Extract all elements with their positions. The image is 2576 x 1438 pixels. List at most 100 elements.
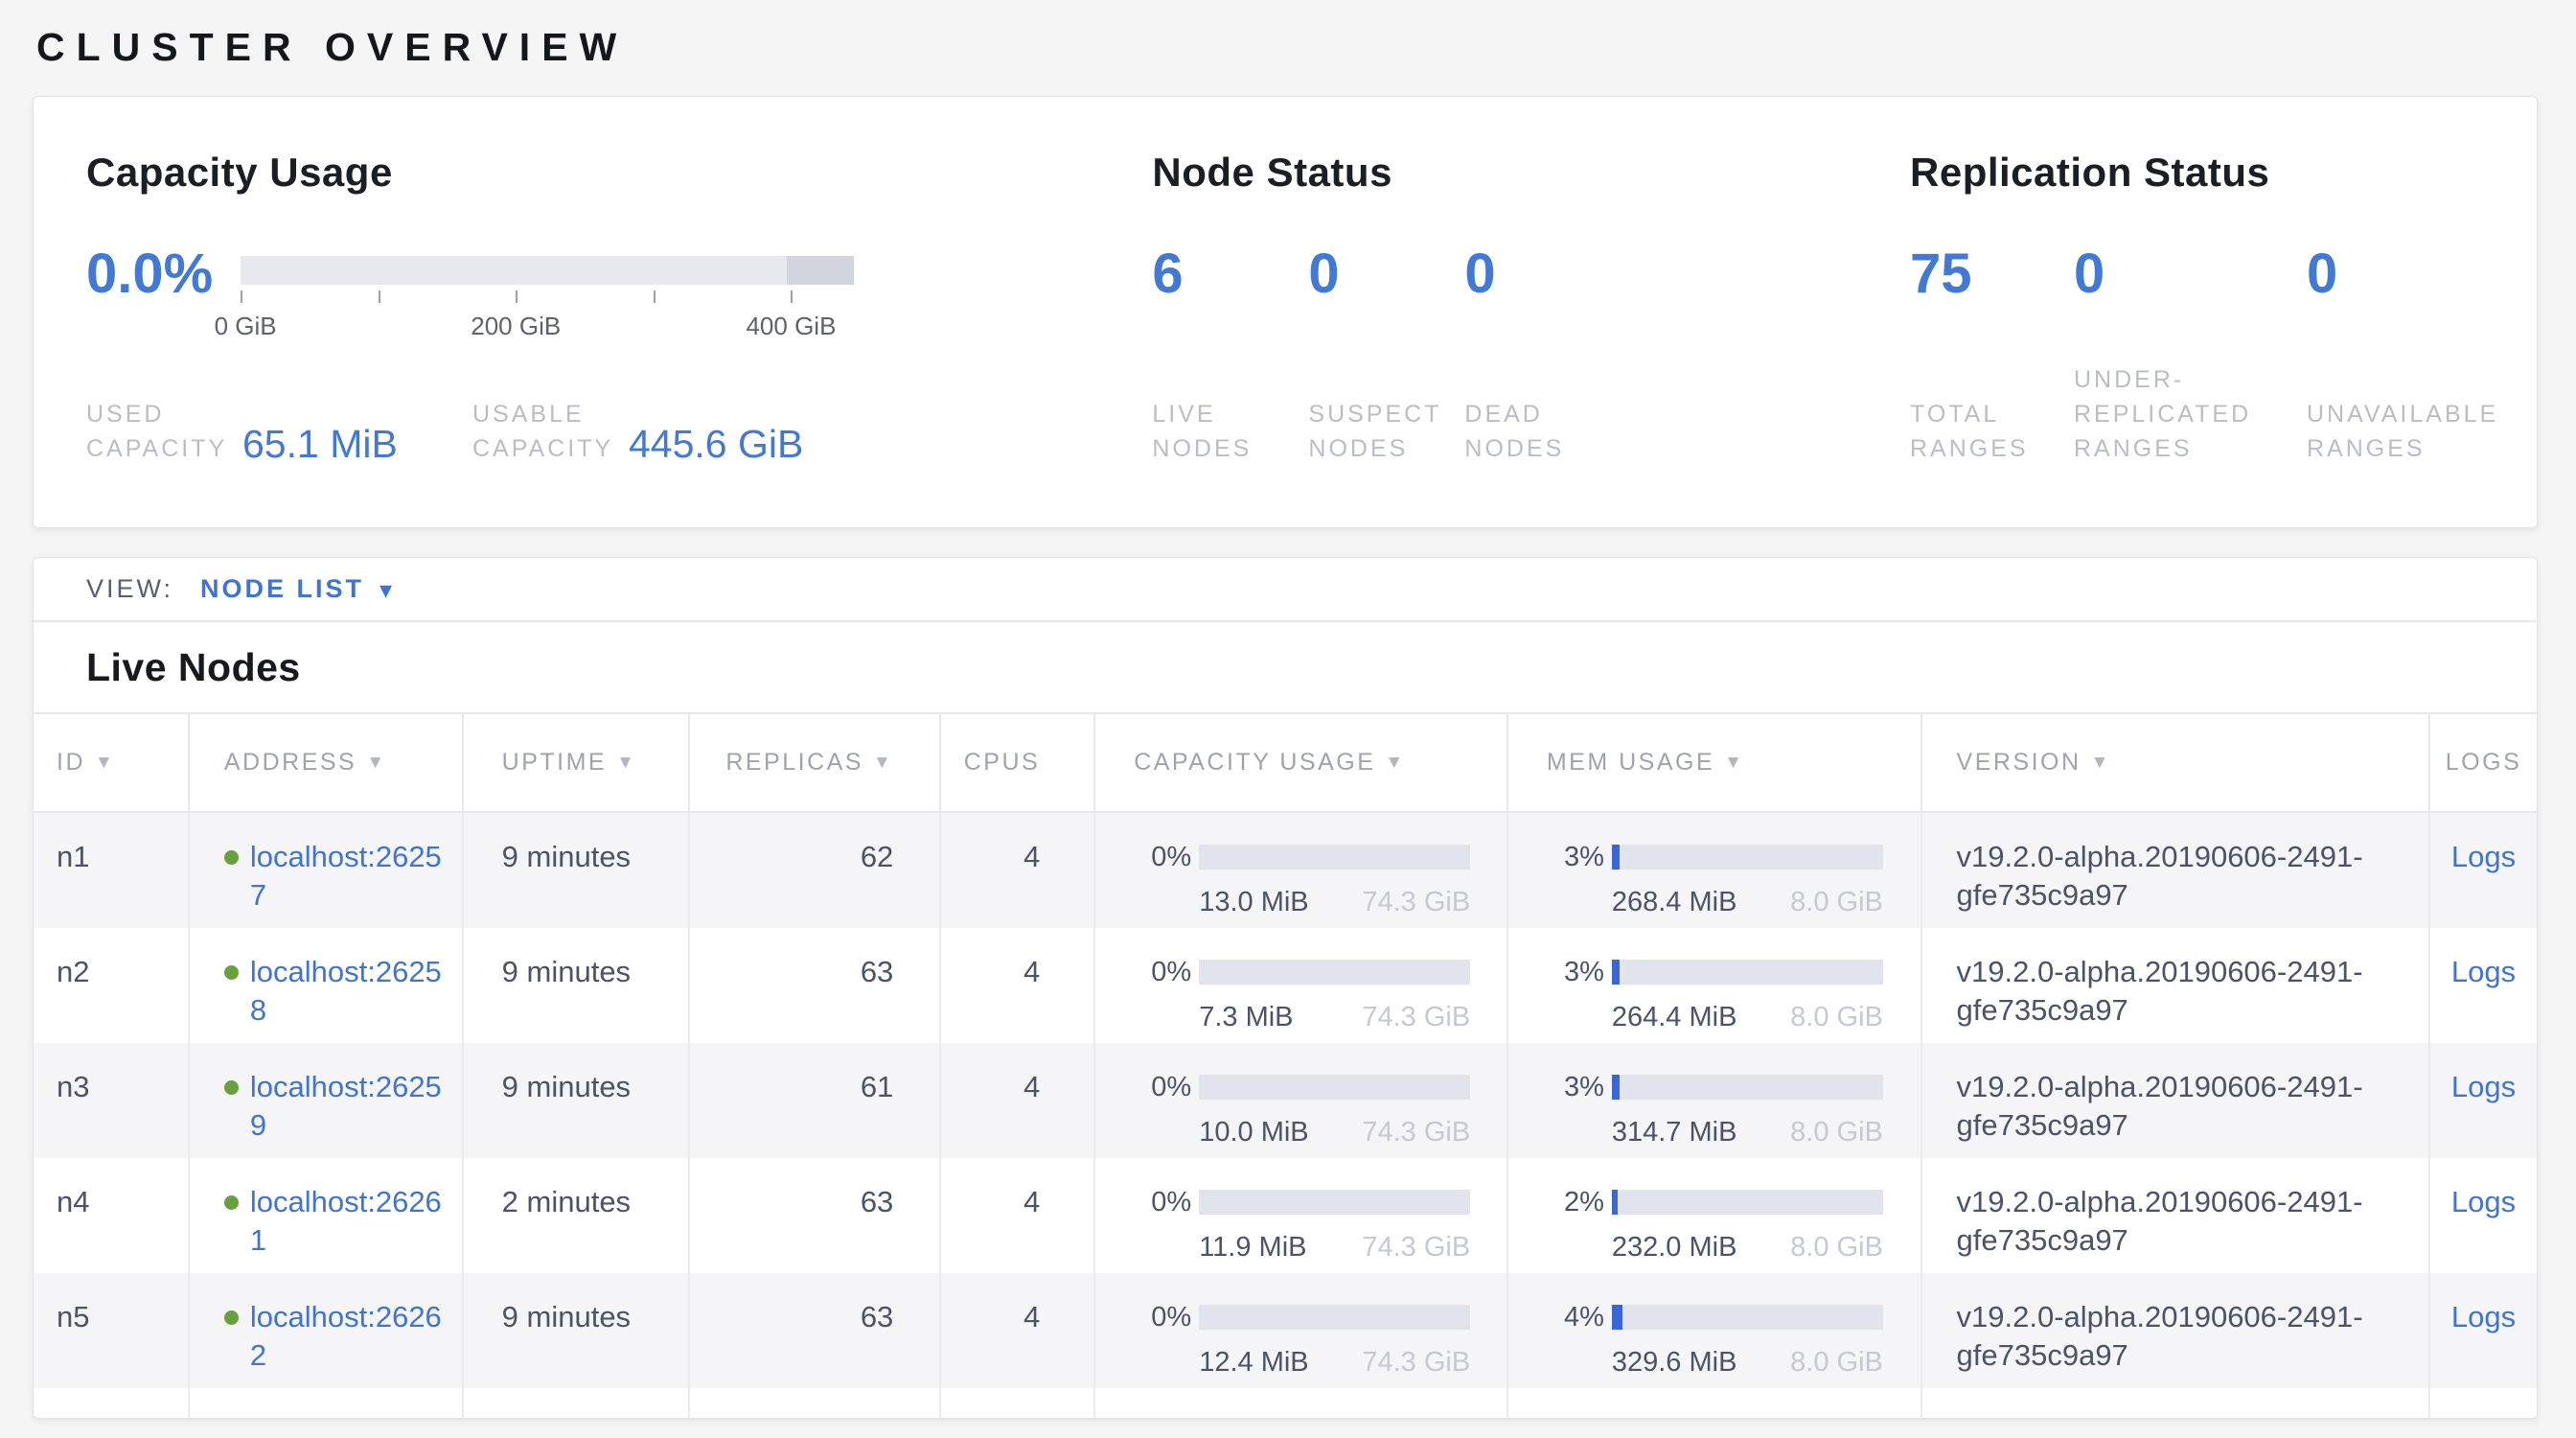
logs-link[interactable]: Logs: [2451, 840, 2516, 873]
capacity-usage-body: 0.0%: [86, 244, 1152, 466]
node-address-cell: localhost:26258: [190, 928, 464, 1043]
capacity-meter: [1199, 1190, 1470, 1215]
capacity-usage-section: Capacity Usage 0.0%: [86, 150, 1152, 527]
node-logs-cell: Logs: [2430, 1158, 2537, 1273]
logs-link[interactable]: Logs: [2451, 1185, 2516, 1218]
node-version-cell: v19.2.0-alpha.20190606-2491-gfe735c9a97: [1922, 1273, 2431, 1388]
node-address-link[interactable]: localhost:26258: [250, 953, 449, 1030]
table-row: n5 localhost:26262 9 minutes 63 4 0%: [34, 1273, 2537, 1388]
used-capacity-stat: USED CAPACITY 65.1 MiB: [86, 397, 472, 466]
node-version-cell: v19.2.0-alpha.20190606-2491-gfe735c9a97: [1922, 928, 2431, 1043]
node-id: n4: [34, 1158, 190, 1273]
node-version-cell: v19.2.0-alpha.20190606-2491-gfe735c9a97: [1922, 1158, 2431, 1273]
node-mem-usage-cell: 3% 314.7 MiB 8.0 GiB: [1508, 1043, 1922, 1158]
node-version: v19.2.0-alpha.20190606-2491-gfe735c9a97: [1957, 953, 2407, 1030]
node-id: n3: [34, 1043, 190, 1158]
node-logs-cell: Logs: [2430, 813, 2537, 928]
view-selected-value: NODE LIST: [200, 574, 364, 604]
logs-link[interactable]: Logs: [2451, 955, 2516, 988]
node-status-section: Node Status 6 LIVE NODES 0 SUSPECT NODES…: [1152, 150, 1910, 527]
mem-meter: [1612, 1075, 1883, 1100]
page-title: CLUSTER OVERVIEW: [36, 23, 2576, 71]
node-uptime: 9 minutes: [464, 1273, 691, 1388]
usable-capacity-stat: USABLE CAPACITY 445.6 GiB: [472, 397, 859, 466]
node-status-title: Node Status: [1152, 150, 1910, 196]
table-row: n3 localhost:26259 9 minutes 61 4 0%: [34, 1043, 2537, 1158]
node-cpus: 4: [941, 1043, 1095, 1158]
capacity-used: 11.9 MiB: [1199, 1228, 1306, 1266]
replication-status-title: Replication Status: [1910, 150, 2537, 196]
node-address-cell: localhost:26257: [190, 813, 464, 928]
node-address-link[interactable]: localhost:26262: [250, 1298, 449, 1375]
capacity-total: 74.3 GiB: [1362, 883, 1470, 921]
node-replicas: 63: [690, 928, 941, 1043]
axis-label-400: 400 GiB: [746, 312, 836, 341]
col-header-cpus: CPUS: [941, 714, 1095, 811]
live-status-dot: [224, 1195, 239, 1210]
node-cpus: 4: [941, 813, 1095, 928]
live-nodes-stat: 6 LIVE NODES: [1152, 244, 1308, 466]
view-bar: VIEW: NODE LIST ▾: [34, 558, 2537, 622]
used-capacity-label: USED CAPACITY: [86, 397, 242, 466]
mem-used: 314.7 MiB: [1612, 1113, 1737, 1151]
node-address-link[interactable]: localhost:26261: [250, 1183, 449, 1260]
col-header-id[interactable]: ID ▼: [34, 714, 190, 811]
mem-total: 8.0 GiB: [1790, 1113, 1883, 1151]
logs-link[interactable]: Logs: [2451, 1300, 2516, 1334]
axis-label-0: 0 GiB: [215, 312, 277, 341]
replication-status-section: Replication Status 75 TOTAL RANGES 0 UND…: [1910, 150, 2537, 527]
dead-nodes-value: 0: [1464, 244, 1656, 305]
col-header-capacity-usage[interactable]: CAPACITY USAGE ▼: [1095, 714, 1508, 811]
live-status-dot: [224, 850, 239, 865]
capacity-total: 74.3 GiB: [1362, 998, 1470, 1036]
logs-link[interactable]: Logs: [2451, 1070, 2516, 1103]
mem-total: 8.0 GiB: [1790, 883, 1883, 921]
capacity-pct: 0%: [1134, 1298, 1191, 1336]
node-address-cell: localhost:26262: [190, 1273, 464, 1388]
sort-icon: ▼: [2091, 753, 2111, 774]
col-header-uptime[interactable]: UPTIME ▼: [464, 714, 691, 811]
table-title-row: Live Nodes: [34, 622, 2537, 712]
node-cpus: 4: [941, 928, 1095, 1043]
col-header-version[interactable]: VERSION ▼: [1922, 714, 2431, 811]
col-header-replicas[interactable]: REPLICAS ▼: [690, 714, 941, 811]
node-logs-cell: Logs: [2430, 1043, 2537, 1158]
col-header-logs: LOGS: [2430, 714, 2537, 811]
capacity-bar-chart: 0 GiB 200 GiB 400 GiB: [241, 244, 854, 340]
capacity-pct: 0%: [1134, 953, 1191, 991]
suspect-nodes-label: SUSPECT NODES: [1308, 397, 1464, 466]
mem-meter: [1612, 960, 1883, 985]
node-id: n5: [34, 1273, 190, 1388]
live-nodes-label: LIVE NODES: [1152, 397, 1308, 466]
node-capacity-usage-cell: 0% 10.0 MiB 74.3 GiB: [1095, 1043, 1508, 1158]
capacity-meter: [1199, 1075, 1470, 1100]
node-mem-usage-cell: 4% 329.6 MiB 8.0 GiB: [1508, 1273, 1922, 1388]
node-capacity-usage-cell: 0% 7.3 MiB 74.3 GiB: [1095, 928, 1508, 1043]
view-selector-dropdown[interactable]: NODE LIST ▾: [200, 574, 392, 604]
mem-pct: 3%: [1547, 838, 1604, 876]
capacity-bar: [241, 256, 854, 285]
col-header-mem-usage[interactable]: MEM USAGE ▼: [1508, 714, 1922, 811]
axis-label-200: 200 GiB: [471, 312, 561, 341]
sort-icon: ▼: [1385, 753, 1405, 774]
mem-meter: [1612, 1190, 1883, 1215]
node-version: v19.2.0-alpha.20190606-2491-gfe735c9a97: [1957, 1068, 2407, 1145]
node-address-link[interactable]: localhost:26257: [250, 838, 449, 915]
live-status-dot: [224, 1310, 239, 1325]
total-ranges-label: TOTAL RANGES: [1910, 397, 2074, 466]
mem-pct: 3%: [1547, 1068, 1604, 1106]
node-capacity-usage-cell: 0% 11.9 MiB 74.3 GiB: [1095, 1158, 1508, 1273]
live-status-dot: [224, 965, 239, 980]
capacity-used: 12.4 MiB: [1199, 1343, 1308, 1381]
col-header-address[interactable]: ADDRESS ▼: [190, 714, 464, 811]
node-address-link[interactable]: localhost:26259: [250, 1068, 449, 1145]
capacity-meter: [1199, 1305, 1470, 1330]
node-uptime: 2 minutes: [464, 1158, 691, 1273]
sort-icon: ▼: [95, 753, 115, 774]
dead-nodes-stat: 0 DEAD NODES: [1464, 244, 1656, 466]
capacity-usage-title: Capacity Usage: [86, 150, 1152, 196]
suspect-nodes-stat: 0 SUSPECT NODES: [1308, 244, 1464, 466]
total-ranges-stat: 75 TOTAL RANGES: [1910, 244, 2074, 466]
mem-pct: 3%: [1547, 953, 1604, 991]
node-replicas: 63: [690, 1273, 941, 1388]
